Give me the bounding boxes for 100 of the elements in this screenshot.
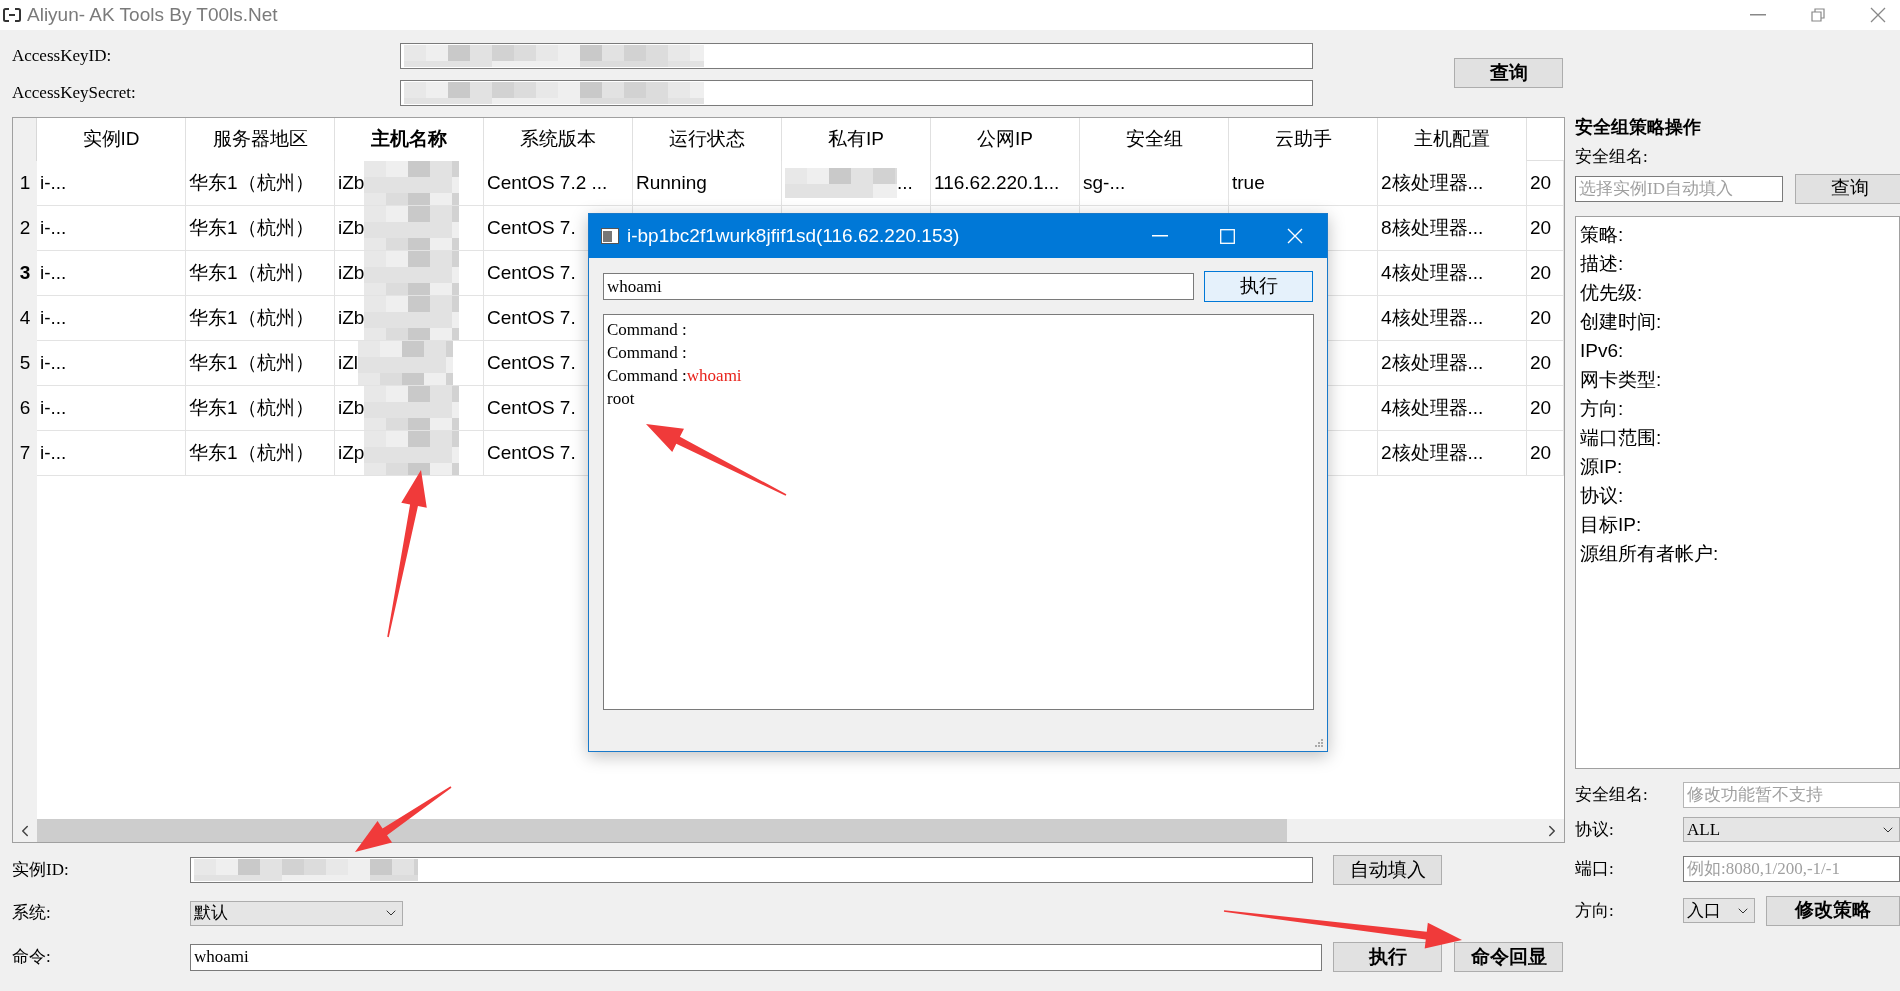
output-line: Command : [607, 342, 688, 364]
table-cell-text: i-... [40, 260, 67, 285]
modify-policy-button[interactable]: 修改策略 [1766, 895, 1900, 926]
table-cell-text: CentOS 7.2 ... [487, 170, 608, 195]
table-corner [13, 118, 37, 161]
horizontal-scrollbar[interactable] [13, 819, 1564, 842]
dialog-command-field[interactable]: whoami [603, 273, 1194, 300]
detail-label: 方向: [1580, 396, 1625, 421]
table-cell-text: 华东1（杭州） [189, 260, 314, 285]
table-cell-text: sg-... [1083, 170, 1126, 195]
table-cell-text: CentOS 7. [487, 350, 576, 375]
table-cell-text: iZb [338, 305, 365, 330]
protocol-select[interactable]: ALL [1683, 817, 1900, 842]
table-cell-text: 2核处理器... [1381, 440, 1484, 465]
detail-label: 描述: [1580, 251, 1625, 276]
table-cell-text: 20 [1530, 260, 1552, 285]
logo-icon [3, 8, 21, 22]
table-cell-text: i-... [40, 350, 67, 375]
restore-icon[interactable] [1810, 7, 1826, 23]
system-select[interactable]: 默认 [190, 900, 403, 926]
direction-select[interactable]: 入口 [1683, 898, 1755, 923]
column-header[interactable]: 运行状态 [633, 118, 782, 161]
table-cell-text: 华东1（杭州） [189, 395, 314, 420]
field-label: 系统: [11, 902, 52, 925]
table-cell-text: i-... [40, 440, 67, 465]
column-header[interactable]: 私有IP [782, 118, 931, 161]
table-cell-text: 20 [1530, 305, 1552, 330]
row-number[interactable]: 1 [13, 161, 37, 206]
detail-label: 源IP: [1580, 454, 1624, 479]
detail-label: 创建时间: [1580, 309, 1663, 334]
command-field[interactable]: whoami [190, 943, 1322, 971]
table-cell-text: 华东1（杭州） [189, 440, 314, 465]
table-cell-text: 116.62.220.1... [934, 170, 1060, 195]
window-title: Aliyun- AK Tools By T00ls.Net [27, 2, 278, 27]
table-cell-text: 8核处理器... [1381, 215, 1484, 240]
panel-title: 安全组策略操作 [1575, 116, 1702, 139]
close-icon[interactable] [1870, 7, 1886, 23]
table-cell-text: i-... [40, 305, 67, 330]
table-cell-text: CentOS 7. [487, 440, 576, 465]
row-number[interactable]: 2 [13, 206, 37, 251]
row-number[interactable]: 5 [13, 341, 37, 386]
detail-label: 优先级: [1580, 280, 1644, 305]
table-cell-text: 华东1（杭州） [189, 305, 314, 330]
field-label: 安全组名: [1575, 783, 1649, 806]
row-number[interactable]: 7 [13, 431, 37, 476]
table-cell-text: 20 [1530, 215, 1552, 240]
column-header[interactable]: 公网IP [931, 118, 1080, 161]
key-field[interactable] [400, 43, 1313, 69]
dialog-run-button[interactable]: 执行 [1204, 271, 1313, 302]
column-header[interactable]: 主机配置 [1378, 118, 1527, 161]
key-field[interactable] [400, 80, 1313, 106]
table-cell-text: 4核处理器... [1381, 260, 1484, 285]
table-cell-text: i-... [40, 395, 67, 420]
run-button[interactable]: 执行 [1333, 942, 1442, 972]
table-cell-text: i-... [40, 170, 67, 195]
table-cell-text: 华东1（杭州） [189, 350, 314, 375]
column-header[interactable]: 系统版本 [484, 118, 633, 161]
table-cell-text: CentOS 7. [487, 215, 576, 240]
field-label: 端口: [1575, 857, 1615, 880]
echo-button[interactable]: 命令回显 [1454, 942, 1563, 972]
table-cell-text: iZb [338, 260, 365, 285]
column-header[interactable]: 安全组 [1080, 118, 1229, 161]
table-cell-text: iZb [338, 215, 365, 240]
table-cell-text: iZb [338, 170, 365, 195]
table-cell-text: 2核处理器... [1381, 350, 1484, 375]
table-cell-text: true [1232, 170, 1265, 195]
table-cell-text: CentOS 7. [487, 395, 576, 420]
detail-label: IPv6: [1580, 338, 1625, 363]
instance-id-field[interactable] [190, 857, 1313, 883]
row-number[interactable]: 3 [13, 251, 37, 296]
column-header[interactable]: 实例ID [37, 118, 186, 161]
autofill-button[interactable]: 自动填入 [1333, 855, 1442, 885]
window-icon [601, 228, 619, 244]
scrollbar-thumb[interactable] [37, 819, 1287, 842]
field-label: 协议: [1575, 818, 1615, 841]
dialog-title: i-bp1bc2f1wurk8jfif1sd(116.62.220.153) [627, 223, 960, 248]
table-cell-text: Running [636, 170, 707, 195]
table-cell-text: 20 [1530, 350, 1552, 375]
table-cell-text: CentOS 7. [487, 260, 576, 285]
maximize-icon[interactable] [1220, 228, 1235, 244]
detail-label: 策略: [1580, 222, 1625, 247]
field-label: 安全组名: [1575, 146, 1649, 168]
table-cell-text: 华东1（杭州） [189, 170, 314, 195]
field-label: 实例ID: [11, 859, 70, 882]
detail-label: 端口范围: [1580, 425, 1663, 450]
table-cell-text: 4核处理器... [1381, 305, 1484, 330]
table-cell-text: ... [897, 170, 913, 195]
table-cell-text: iZb [338, 395, 365, 420]
resize-grip-icon[interactable] [1314, 738, 1324, 748]
table-cell-text: 华东1（杭州） [189, 215, 314, 240]
query-button[interactable]: 查询 [1454, 58, 1563, 88]
table-cell-text: 20 [1530, 170, 1552, 195]
row-number[interactable]: 4 [13, 296, 37, 341]
table-cell-text: 20 [1530, 395, 1552, 420]
column-header[interactable]: 云助手 [1229, 118, 1378, 161]
table-cell-text: i-... [40, 215, 67, 240]
column-header[interactable]: 服务器地区 [186, 118, 335, 161]
field-label: 命令: [11, 946, 52, 969]
query-button[interactable]: 查询 [1795, 173, 1900, 204]
row-number[interactable]: 6 [13, 386, 37, 431]
